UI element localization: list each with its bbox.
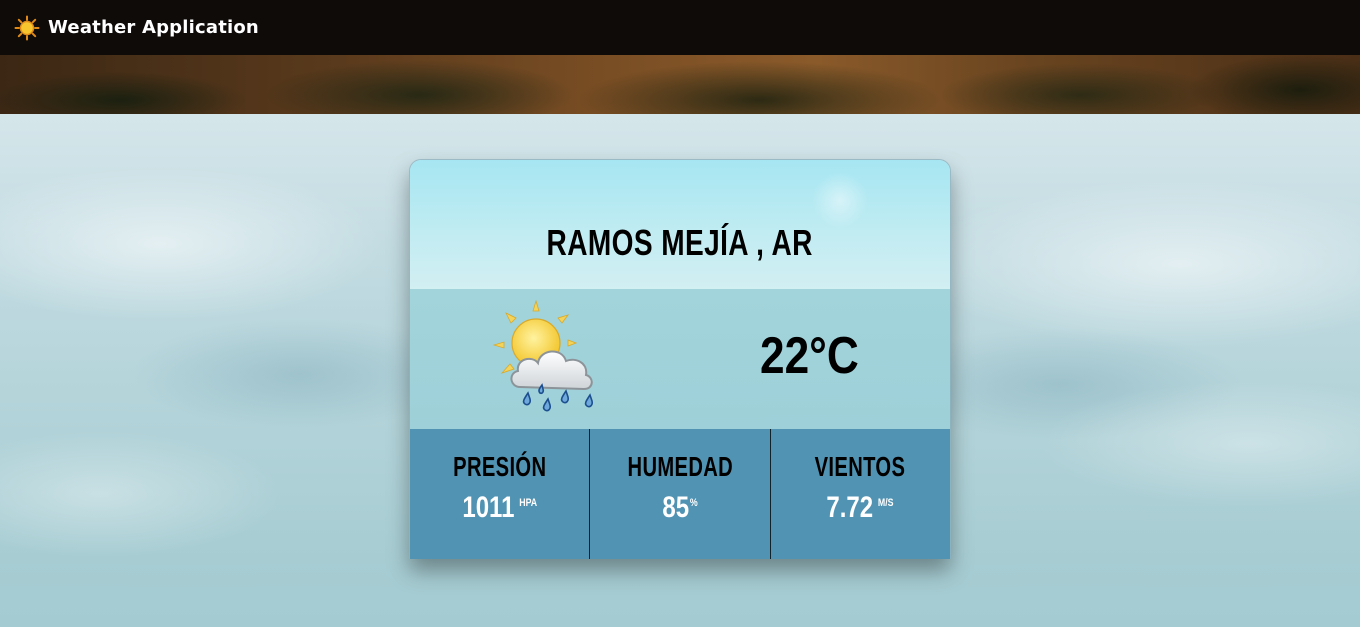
navbar: Weather Application [0, 0, 1360, 55]
stat-label: HUMEDAD [627, 451, 733, 482]
stat-unit: % [689, 497, 698, 509]
brand-link[interactable]: Weather Application [14, 15, 259, 41]
stat-wind: VIENTOS 7.72 M/S [769, 429, 950, 559]
stat-unit: M/S [878, 497, 894, 509]
stat-value: 1011 [462, 491, 515, 524]
stat-value: 7.72 [826, 491, 874, 524]
stat-pressure: PRESIÓN 1011 HPA [410, 429, 589, 559]
city-name: RAMOS MEJÍA , AR [546, 221, 814, 263]
app-title: Weather Application [48, 17, 259, 38]
stat-unit: HPA [519, 497, 538, 509]
stats-row: PRESIÓN 1011 HPA HUMEDAD 85 % VIENTOS 7.… [410, 429, 950, 559]
temperature: 22°C [760, 327, 859, 385]
stat-label: PRESIÓN [453, 451, 547, 482]
stat-value: 85 [662, 491, 690, 524]
stat-humidity: HUMEDAD 85 % [589, 429, 769, 559]
stat-label: VIENTOS [814, 451, 906, 482]
current-conditions: 22°C [410, 289, 950, 429]
sun-cloud-rain-icon [492, 299, 593, 412]
sun-icon [14, 15, 40, 40]
hero-banner [0, 55, 1360, 114]
card-header: RAMOS MEJÍA , AR [410, 160, 950, 289]
weather-card: RAMOS MEJÍA , AR 22°C PRESIÓN 1011 HPA H… [409, 159, 951, 559]
